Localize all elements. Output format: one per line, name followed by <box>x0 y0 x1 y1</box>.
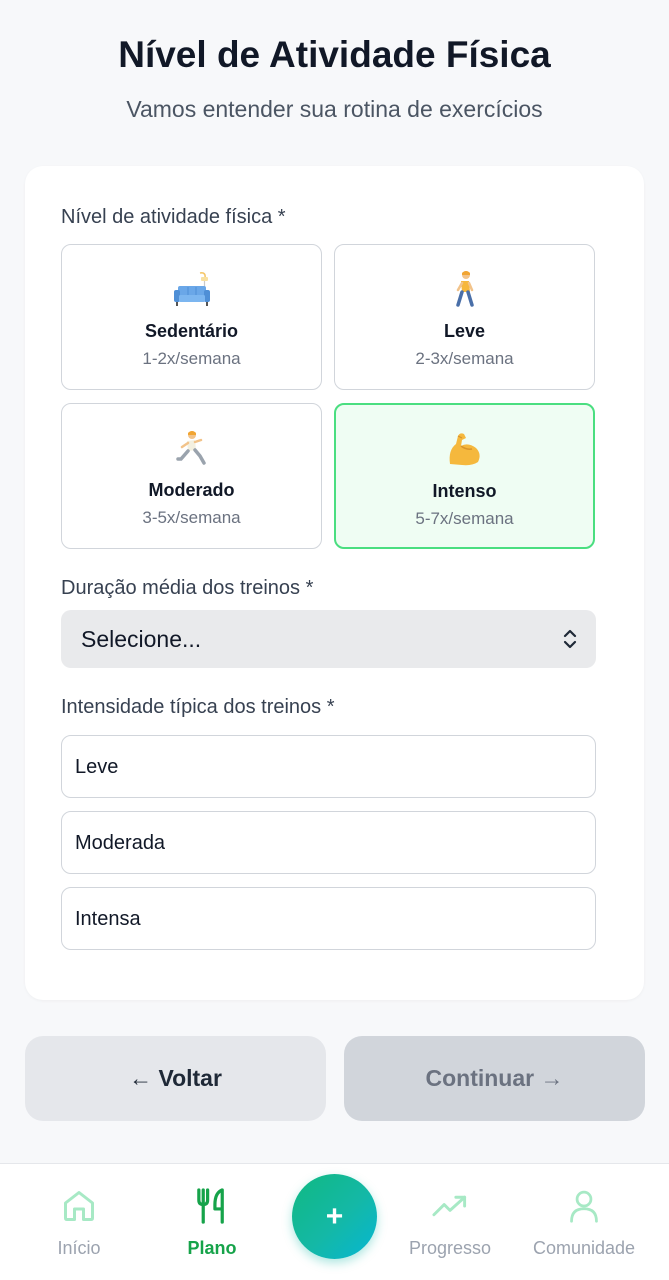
couch-icon <box>62 269 321 309</box>
activity-option-name: Moderado <box>148 480 235 500</box>
activity-option-frequency: 5-7x/semana <box>415 509 514 528</box>
intensity-option-leve[interactable]: Leve <box>61 735 596 798</box>
duration-label: Duração média dos treinos * <box>61 577 314 599</box>
intensity-option-label: Intensa <box>75 908 141 930</box>
trending-up-icon <box>385 1186 515 1226</box>
nav-item-progresso[interactable]: Progresso <box>385 1186 515 1259</box>
back-button[interactable]: ← Voltar <box>25 1036 326 1121</box>
nav-item-comunidade[interactable]: Comunidade <box>519 1186 649 1259</box>
activity-option-intenso[interactable]: Intenso 5-7x/semana <box>334 403 595 549</box>
nav-item-inicio[interactable]: Início <box>14 1186 144 1259</box>
running-person-icon <box>62 428 321 468</box>
duration-select[interactable]: Selecione... <box>61 610 596 668</box>
chevron-up-down-icon <box>562 628 578 655</box>
walking-person-icon <box>335 269 594 309</box>
intensity-option-label: Moderada <box>75 832 166 854</box>
activity-option-name: Leve <box>443 321 486 341</box>
nav-label: Início <box>57 1238 101 1258</box>
nav-label: Plano <box>187 1238 237 1258</box>
intensity-option-intensa[interactable]: Intensa <box>61 887 596 950</box>
activity-option-frequency: 3-5x/semana <box>142 508 241 527</box>
intensity-option-moderada[interactable]: Moderada <box>61 811 596 874</box>
home-icon <box>14 1186 144 1226</box>
activity-level-label: Nível de atividade física * <box>61 206 286 228</box>
add-button[interactable]: + <box>292 1174 377 1259</box>
nav-item-plano[interactable]: Plano <box>147 1186 277 1259</box>
bottom-nav: Início Plano + Progresso Comunidade <box>0 1163 669 1280</box>
intensity-option-label: Leve <box>75 756 119 778</box>
page-title: Nível de Atividade Física <box>118 34 551 75</box>
nav-label: Progresso <box>408 1238 492 1258</box>
activity-option-sedentario[interactable]: Sedentário 1-2x/semana <box>61 244 322 390</box>
nav-label: Comunidade <box>532 1238 636 1258</box>
intensity-label: Intensidade típica dos treinos * <box>61 696 335 718</box>
flexed-biceps-icon <box>336 429 593 469</box>
user-icon <box>519 1186 649 1226</box>
activity-option-moderado[interactable]: Moderado 3-5x/semana <box>61 403 322 549</box>
activity-option-leve[interactable]: Leve 2-3x/semana <box>334 244 595 390</box>
activity-option-frequency: 2-3x/semana <box>415 349 514 368</box>
continue-button[interactable]: Continuar → <box>344 1036 645 1121</box>
activity-option-name: Intenso <box>432 481 497 501</box>
page-subtitle: Vamos entender sua rotina de exercícios <box>126 96 543 122</box>
activity-option-frequency: 1-2x/semana <box>142 349 241 368</box>
activity-form-card: Nível de atividade física * Sedentário 1… <box>25 166 644 1000</box>
fork-knife-icon <box>147 1186 277 1226</box>
duration-select-value: Selecione... <box>81 626 202 652</box>
activity-option-name: Sedentário <box>144 321 239 341</box>
